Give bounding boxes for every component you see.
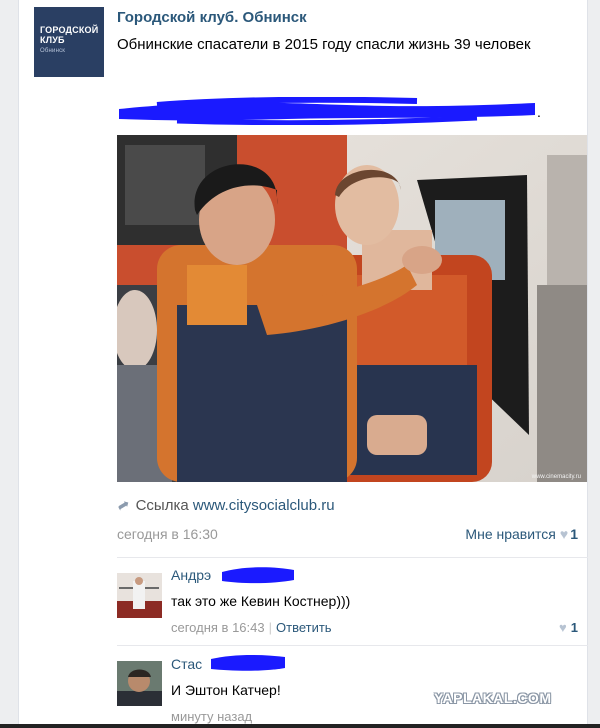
bottom-bar <box>0 724 600 728</box>
comment-like-button[interactable]: ♥ 1 <box>559 620 578 635</box>
page-right-rail <box>587 0 600 728</box>
site-watermark: YAPLAKAL.COM <box>434 690 552 706</box>
comment-meta: сегодня в 16:43 | Ответить <box>171 620 332 635</box>
redacted-scribble <box>119 97 535 125</box>
link-prefix: Ссылка <box>135 497 189 514</box>
attached-link[interactable]: ➦ Ссылка www.citysocialclub.ru <box>114 495 335 516</box>
link-url[interactable]: www.citysocialclub.ru <box>193 497 335 514</box>
separator <box>117 645 588 646</box>
group-avatar-line-2: КЛУБ <box>40 35 65 45</box>
post-photo[interactable]: www.cinemacity.ru <box>117 135 587 482</box>
like-label: Мне нравится <box>465 526 556 542</box>
heart-icon: ♥ <box>559 526 569 542</box>
redacted-author-surname <box>222 567 294 584</box>
like-count: 1 <box>570 526 578 542</box>
comment-like-count: 1 <box>570 620 578 635</box>
photo-caption: www.cinemacity.ru <box>531 474 581 480</box>
group-avatar-sub: Обнинск <box>40 48 66 54</box>
comment-avatar[interactable] <box>117 661 162 706</box>
separator <box>117 557 588 558</box>
post-text-period: . <box>537 104 541 120</box>
post-like-button[interactable]: Мне нравится ♥ 1 <box>465 526 578 542</box>
comment-avatar[interactable] <box>117 573 162 618</box>
post-text: Обнинские спасатели в 2015 году спасли ж… <box>117 36 531 53</box>
redacted-author-surname <box>211 654 285 671</box>
comment-timestamp[interactable]: минуту назад <box>171 709 252 724</box>
reply-button[interactable]: Ответить <box>276 620 332 635</box>
post-timestamp[interactable]: сегодня в 16:30 <box>117 526 218 542</box>
heart-icon: ♥ <box>559 620 567 635</box>
comment-author[interactable]: Андрэ <box>171 567 211 583</box>
comment-author[interactable]: Стас <box>171 656 202 672</box>
rescuers-photo-image: www.cinemacity.ru <box>117 135 587 482</box>
comment-text: так это же Кевин Костнер))) <box>171 593 351 609</box>
comment-timestamp[interactable]: сегодня в 16:43 <box>171 620 265 635</box>
group-avatar-line-1: ГОРОДСКОЙ <box>40 25 99 35</box>
comment-avatar-image <box>117 661 162 706</box>
page-left-rail <box>0 0 19 728</box>
group-avatar[interactable]: ГОРОДСКОЙ КЛУБ Обнинск <box>34 7 104 77</box>
comment-text: И Эштон Катчер! <box>171 682 281 698</box>
group-name-link[interactable]: Городской клуб. Обнинск <box>117 9 307 26</box>
comment-meta: минуту назад <box>171 709 252 724</box>
comment-avatar-image <box>117 573 162 618</box>
share-arrow-icon: ➦ <box>113 494 134 516</box>
